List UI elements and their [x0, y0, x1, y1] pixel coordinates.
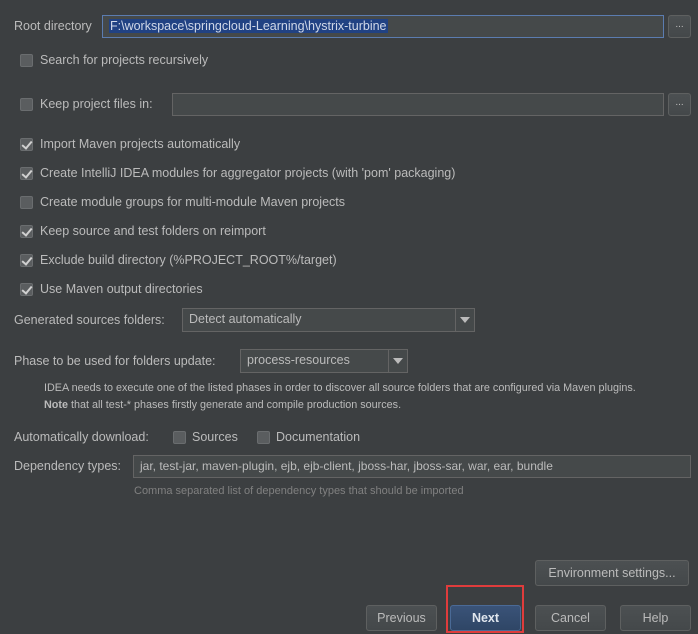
help-button[interactable]: Help	[620, 605, 691, 631]
root-directory-input[interactable]: F:\workspace\springcloud-Learning\hystri…	[102, 15, 664, 38]
search-recursively-label: Search for projects recursively	[40, 53, 209, 67]
root-directory-label: Root directory	[14, 19, 92, 33]
keep-project-files-browse-button[interactable]: ...	[668, 93, 691, 116]
auto-download-label: Automatically download:	[14, 430, 149, 444]
exclude-build-dir-checkbox[interactable]	[20, 254, 33, 267]
root-directory-browse-button[interactable]: ...	[668, 15, 691, 38]
generated-sources-label: Generated sources folders:	[14, 313, 165, 327]
next-highlight-box	[446, 585, 524, 633]
generated-sources-dropdown[interactable]: Detect automatically	[182, 308, 475, 332]
phase-dropdown[interactable]: process-resources	[240, 349, 408, 373]
dependency-types-label: Dependency types:	[14, 459, 122, 473]
keep-source-folders-checkbox[interactable]	[20, 225, 33, 238]
phase-note: IDEA needs to execute one of the listed …	[44, 382, 636, 411]
import-maven-auto-label: Import Maven projects automatically	[40, 137, 241, 151]
environment-settings-button[interactable]: Environment settings...	[535, 560, 689, 586]
use-maven-output-checkbox[interactable]	[20, 283, 33, 296]
search-recursively-checkbox[interactable]	[20, 54, 33, 67]
chevron-down-icon	[455, 309, 474, 331]
create-aggregator-modules-checkbox[interactable]	[20, 167, 33, 180]
exclude-build-dir-label: Exclude build directory (%PROJECT_ROOT%/…	[40, 253, 337, 267]
dependency-types-input[interactable]: jar, test-jar, maven-plugin, ejb, ejb-cl…	[133, 455, 691, 478]
keep-project-files-input[interactable]	[172, 93, 664, 116]
keep-source-folders-label: Keep source and test folders on reimport	[40, 224, 266, 238]
download-sources-label: Sources	[192, 430, 238, 444]
use-maven-output-label: Use Maven output directories	[40, 282, 203, 296]
create-aggregator-modules-label: Create IntelliJ IDEA modules for aggrega…	[40, 166, 456, 180]
dependency-types-hint: Comma separated list of dependency types…	[134, 485, 464, 497]
phase-label: Phase to be used for folders update:	[14, 354, 216, 368]
keep-project-files-checkbox[interactable]	[20, 98, 33, 111]
previous-button[interactable]: Previous	[366, 605, 437, 631]
download-documentation-label: Documentation	[276, 430, 361, 444]
keep-project-files-label: Keep project files in:	[40, 97, 153, 111]
import-maven-auto-checkbox[interactable]	[20, 138, 33, 151]
chevron-down-icon	[388, 350, 407, 372]
create-module-groups-checkbox[interactable]	[20, 196, 33, 209]
download-documentation-checkbox[interactable]	[257, 431, 270, 444]
create-module-groups-label: Create module groups for multi-module Ma…	[40, 195, 345, 209]
cancel-button[interactable]: Cancel	[535, 605, 606, 631]
download-sources-checkbox[interactable]	[173, 431, 186, 444]
